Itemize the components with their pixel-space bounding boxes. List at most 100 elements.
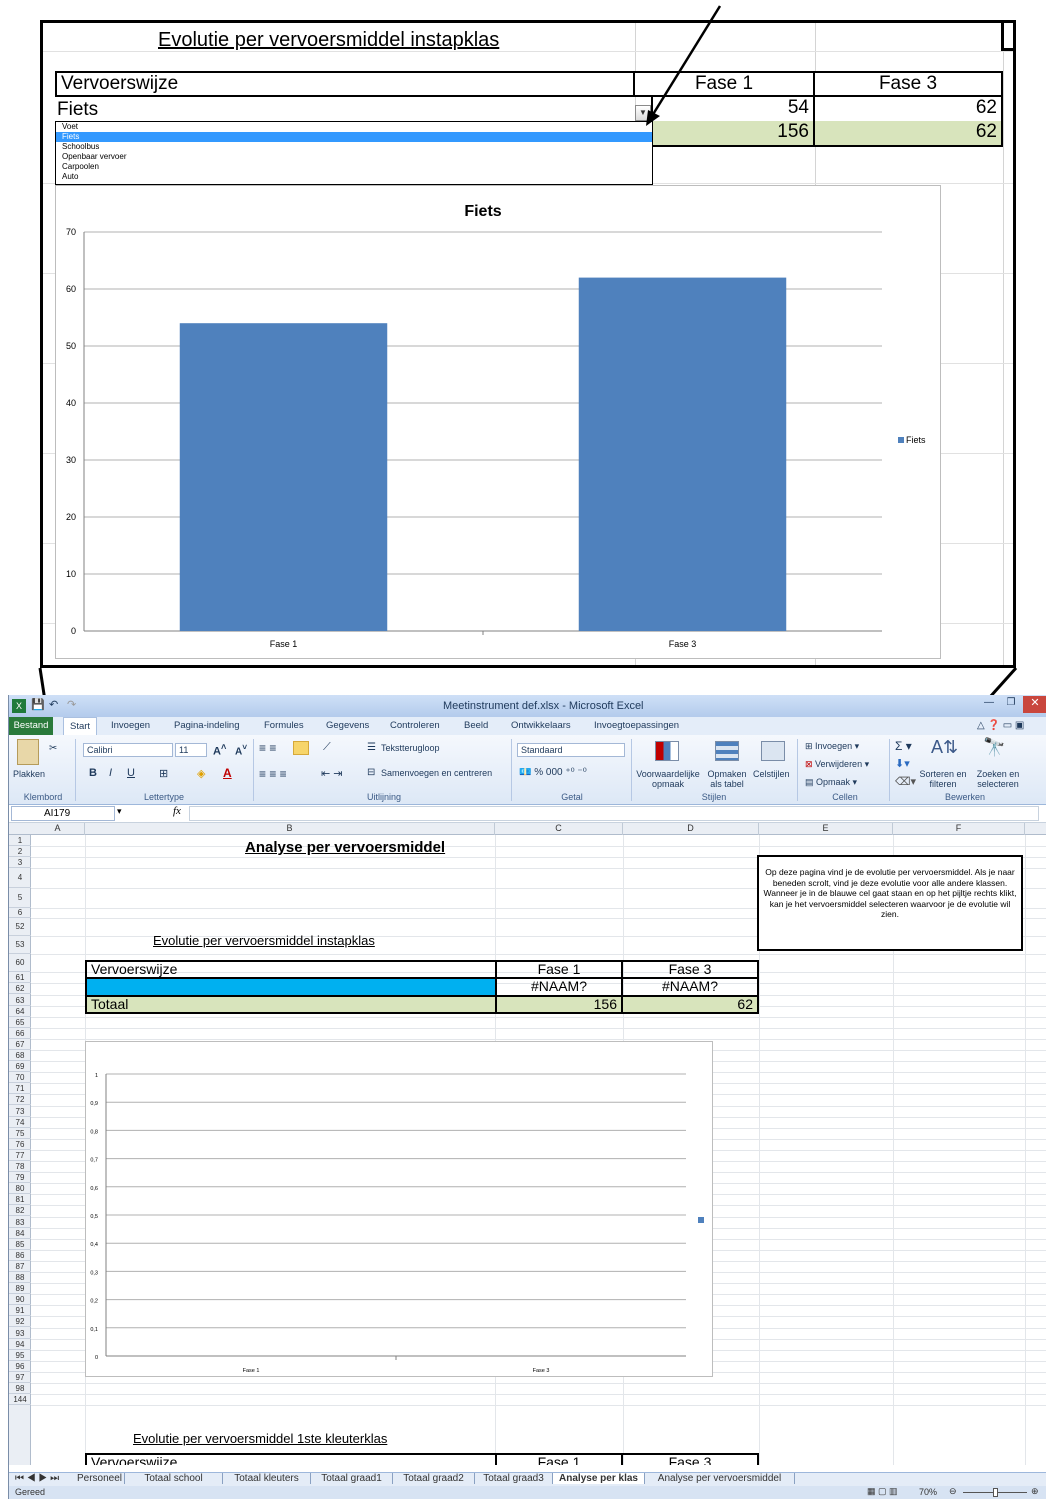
- row-header[interactable]: 71: [9, 1083, 31, 1095]
- row-header[interactable]: 75: [9, 1128, 31, 1139]
- dropdown-option[interactable]: Openbaar vervoer: [56, 152, 652, 162]
- row-header[interactable]: 72: [9, 1094, 31, 1106]
- fill-color-icon[interactable]: ◈: [197, 767, 205, 780]
- find-select-button[interactable]: Zoeken en selecteren: [971, 769, 1025, 789]
- fill-icon[interactable]: ⬇▾: [895, 757, 910, 770]
- row-header[interactable]: 92: [9, 1316, 31, 1328]
- align-left-icon[interactable]: ≡ ≡ ≡: [259, 767, 287, 781]
- sheet-tab[interactable]: Totaal kleuters: [223, 1473, 311, 1484]
- merge-icon[interactable]: ⊟: [367, 767, 375, 778]
- row-header[interactable]: 95: [9, 1350, 31, 1361]
- dropdown-option[interactable]: Auto: [56, 172, 652, 182]
- row-header[interactable]: 78: [9, 1161, 31, 1173]
- format-as-table-button[interactable]: Opmaken als tabel: [703, 769, 751, 789]
- grow-font-icon[interactable]: A˄: [213, 742, 226, 758]
- help-icon[interactable]: △ ❓ ▭ ▣: [977, 720, 1024, 731]
- row-header[interactable]: 66: [9, 1028, 31, 1039]
- formula-input[interactable]: [189, 806, 1039, 821]
- row-header[interactable]: 63: [9, 995, 31, 1006]
- bold-icon[interactable]: B: [89, 767, 97, 779]
- row-header[interactable]: 53: [9, 936, 31, 955]
- tab-invoegtoepassingen[interactable]: Invoegtoepassingen: [594, 720, 679, 731]
- dropdown-option[interactable]: Schoolbus: [56, 142, 652, 152]
- autosum-icon[interactable]: Σ ▾: [895, 739, 912, 753]
- conditional-format-button[interactable]: Voorwaardelijke opmaak: [633, 769, 703, 789]
- align-top-icon[interactable]: ≡ ≡: [259, 741, 276, 755]
- row-header[interactable]: 97: [9, 1372, 31, 1383]
- sort-filter-icon[interactable]: A⇅: [931, 737, 958, 758]
- row-header[interactable]: 96: [9, 1361, 31, 1372]
- row-header[interactable]: 62: [9, 983, 31, 995]
- format-as-table-icon[interactable]: [715, 741, 739, 761]
- column-header[interactable]: B: [85, 823, 495, 835]
- row-header[interactable]: 98: [9, 1383, 31, 1395]
- file-tab[interactable]: Bestand: [9, 717, 53, 735]
- restore-button[interactable]: ❐: [1001, 697, 1021, 713]
- sheet-tab[interactable]: Totaal school: [125, 1473, 223, 1484]
- row-header[interactable]: 91: [9, 1305, 31, 1317]
- row-header[interactable]: 70: [9, 1072, 31, 1084]
- row-header[interactable]: 144: [9, 1394, 31, 1406]
- sheet-tab[interactable]: Analyse per vervoersmiddel: [645, 1473, 795, 1484]
- tab-pagina-indeling[interactable]: Pagina-indeling: [174, 720, 240, 731]
- clear-icon[interactable]: ⌫▾: [895, 775, 916, 788]
- paste-icon[interactable]: [17, 739, 39, 765]
- view-buttons-icon[interactable]: ▦ ▢ ▥: [867, 1486, 898, 1497]
- row-header[interactable]: 80: [9, 1183, 31, 1195]
- row-header[interactable]: 88: [9, 1272, 31, 1284]
- italic-icon[interactable]: I: [109, 767, 112, 779]
- worksheet-grid[interactable]: Analyse per vervoersmiddel Evolutie per …: [31, 835, 1046, 1465]
- row-header[interactable]: 2: [9, 846, 31, 858]
- row-header[interactable]: 73: [9, 1106, 31, 1117]
- name-box-chevron-icon[interactable]: ▾: [117, 806, 122, 817]
- close-button[interactable]: ✕: [1023, 696, 1046, 713]
- fx-icon[interactable]: fx: [173, 805, 181, 817]
- indent-icon[interactable]: ⇤ ⇥: [321, 767, 343, 780]
- dropdown-option[interactable]: Fiets: [56, 132, 652, 142]
- sheet-tab[interactable]: Totaal graad3: [475, 1473, 553, 1484]
- zoom-out-icon[interactable]: ⊖: [949, 1486, 957, 1497]
- conditional-format-icon[interactable]: [655, 741, 679, 761]
- cell-styles-button[interactable]: Celstijlen: [753, 769, 790, 779]
- vervoerswijze-select-cell[interactable]: [85, 977, 497, 997]
- sheet-nav-icon[interactable]: ⏮ ◀ ▶ ⏭: [11, 1473, 63, 1484]
- save-icon[interactable]: 💾: [31, 698, 45, 711]
- row-header[interactable]: 68: [9, 1050, 31, 1062]
- row-header[interactable]: 3: [9, 857, 31, 869]
- tab-formules[interactable]: Formules: [264, 720, 304, 731]
- row-header[interactable]: 4: [9, 868, 31, 889]
- wrap-text-button[interactable]: Tekstterugloop: [381, 743, 440, 753]
- sort-filter-button[interactable]: Sorteren en filteren: [915, 769, 971, 789]
- column-header[interactable]: A: [31, 823, 85, 835]
- font-name-select[interactable]: Calibri: [83, 743, 173, 757]
- row-header[interactable]: 77: [9, 1150, 31, 1161]
- cut-icon[interactable]: ✂: [49, 743, 57, 754]
- row-header[interactable]: 82: [9, 1205, 31, 1217]
- dropdown-option[interactable]: Voet: [56, 122, 652, 132]
- row-header[interactable]: 61: [9, 972, 31, 984]
- sheet-tab[interactable]: Personeel: [73, 1473, 125, 1484]
- sheet-tab[interactable]: Totaal graad1: [311, 1473, 393, 1484]
- border-icon[interactable]: ⊞: [159, 767, 168, 780]
- number-format-select[interactable]: Standaard: [517, 743, 625, 757]
- row-header[interactable]: 89: [9, 1283, 31, 1295]
- row-header[interactable]: 86: [9, 1250, 31, 1261]
- row-header[interactable]: 67: [9, 1039, 31, 1050]
- row-header[interactable]: 81: [9, 1194, 31, 1206]
- tab-invoegen[interactable]: Invoegen: [111, 720, 150, 731]
- tab-start[interactable]: Start: [63, 717, 98, 735]
- row-header[interactable]: 79: [9, 1172, 31, 1184]
- sheet-tab[interactable]: Analyse per klas: [553, 1473, 645, 1484]
- row-header[interactable]: 85: [9, 1239, 31, 1250]
- zoom-slider-thumb[interactable]: [993, 1488, 998, 1497]
- paste-button[interactable]: Plakken: [13, 769, 45, 779]
- row-header[interactable]: 52: [9, 918, 31, 937]
- find-icon[interactable]: 🔭: [983, 737, 1005, 758]
- zoom-in-icon[interactable]: ⊕: [1031, 1486, 1039, 1497]
- tab-controleren[interactable]: Controleren: [390, 720, 440, 731]
- row-header[interactable]: 65: [9, 1017, 31, 1028]
- font-color-icon[interactable]: A: [223, 766, 232, 780]
- tab-beeld[interactable]: Beeld: [464, 720, 488, 731]
- row-header[interactable]: 60: [9, 954, 31, 973]
- column-header[interactable]: D: [623, 823, 759, 835]
